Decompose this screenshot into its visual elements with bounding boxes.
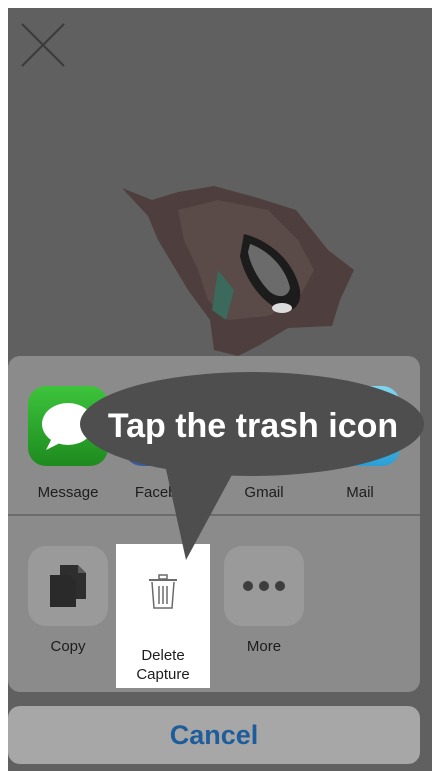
delete-capture-action[interactable]: Delete Capture [116,544,210,688]
more-action[interactable]: More [216,546,312,656]
share-app-label: Mail [346,484,374,501]
cancel-button[interactable]: Cancel [8,706,420,764]
delete-label-line1: Delete [141,647,185,664]
close-icon[interactable] [20,22,66,68]
delete-label-line2: Capture [136,666,190,683]
copy-icon [28,546,108,626]
share-app-label: Faceboo [134,484,194,501]
delete-capture-label: Delete Capture [116,646,210,684]
share-app-label: Message [37,484,99,501]
more-icon [224,546,304,626]
share-actions-row: Copy More [8,516,420,692]
scan-preview [122,186,354,356]
share-app-label: Gmail [244,484,284,501]
more-label: More [246,638,282,655]
callout-text: Tap the trash icon [107,406,399,445]
trash-icon [123,552,203,632]
copy-label: Copy [50,638,86,655]
copy-action[interactable]: Copy [20,546,116,656]
